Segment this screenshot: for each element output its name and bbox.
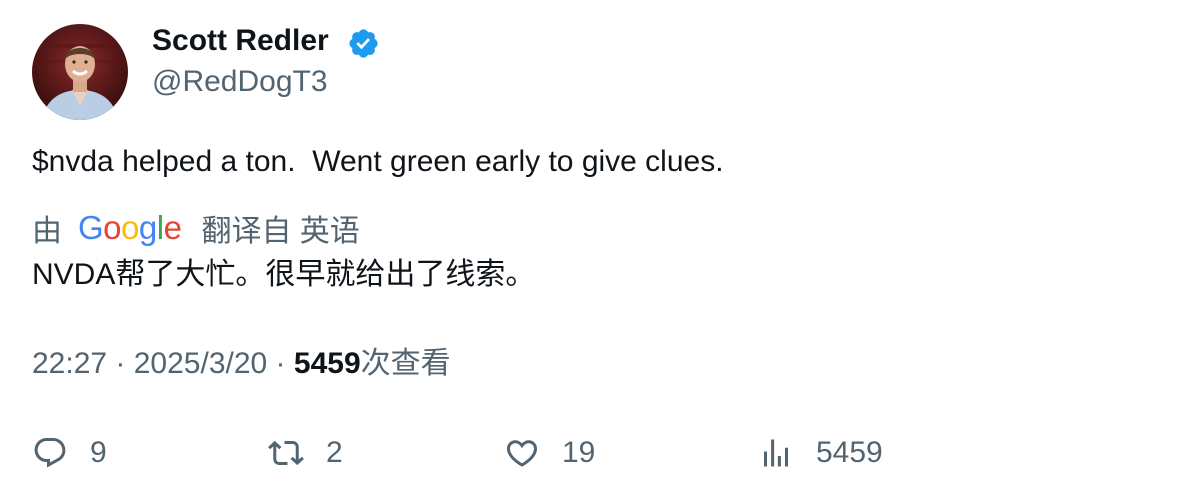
views-count: 5459 (293, 347, 361, 380)
meta-separator: · (267, 347, 294, 380)
translation-attribution[interactable]: 由 Google 翻译自 英语 (32, 208, 360, 248)
reply-count: 9 (90, 436, 107, 469)
tweet-time[interactable]: 22:27 (32, 347, 107, 380)
like-button[interactable]: 19 (504, 430, 595, 476)
retweet-icon (268, 440, 304, 466)
translation-suffix: 翻译自 英语 (201, 215, 360, 248)
views-action-count: 5459 (816, 436, 883, 469)
heart-icon (506, 440, 538, 467)
tweet-date[interactable]: 2025/3/20 (134, 347, 267, 380)
google-logo: Google (78, 209, 182, 246)
views-button[interactable]: 5459 (758, 430, 883, 476)
translation-prefix: 由 (32, 215, 62, 248)
verified-badge-icon (349, 29, 378, 58)
translated-tweet-text: NVDA帮了大忙。很早就给出了线索。 (32, 258, 536, 291)
tweet-metadata: 22:27 · 2025/3/20 · 5459次查看 (32, 344, 451, 384)
like-count: 19 (562, 436, 596, 469)
reply-button[interactable]: 9 (32, 430, 107, 476)
meta-separator: · (107, 347, 134, 380)
author-display-name[interactable]: Scott Redler (152, 22, 329, 60)
tweet-text: $nvda helped a ton. Went green early to … (32, 145, 724, 178)
profile-photo (32, 24, 128, 120)
avatar[interactable] (32, 24, 128, 120)
reply-icon (34, 438, 66, 468)
retweet-count: 2 (326, 436, 343, 469)
action-bar: 9 2 19 5459 (0, 430, 1196, 476)
author-handle[interactable]: @RedDogT3 (152, 63, 328, 101)
views-label: 次查看 (360, 347, 451, 380)
analytics-icon (764, 439, 788, 467)
retweet-button[interactable]: 2 (268, 430, 343, 476)
